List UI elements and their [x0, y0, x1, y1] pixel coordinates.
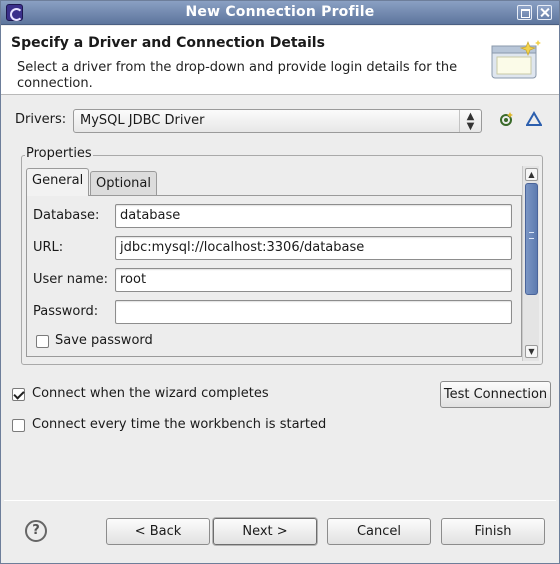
- password-field[interactable]: [115, 300, 512, 324]
- driver-select[interactable]: MySQL JDBC Driver ▲ ▼: [73, 109, 482, 133]
- scroll-up-icon[interactable]: ▲: [525, 168, 538, 181]
- database-field[interactable]: database: [115, 204, 512, 228]
- title-bar[interactable]: New Connection Profile: [1, 1, 559, 25]
- tab-optional[interactable]: Optional: [90, 171, 157, 197]
- drivers-label: Drivers:: [15, 112, 67, 127]
- properties-legend: Properties: [25, 146, 93, 161]
- url-field[interactable]: jdbc:mysql://localhost:3306/database: [115, 236, 512, 260]
- connect-on-finish-label: Connect when the wizard completes: [32, 386, 269, 401]
- save-password-label: Save password: [55, 333, 153, 348]
- dialog-window: New Connection Profile Specify a Driver …: [0, 0, 560, 564]
- tab-general[interactable]: General: [26, 168, 90, 196]
- tab-optional-label: Optional: [96, 176, 151, 191]
- page-title: Specify a Driver and Connection Details: [11, 35, 325, 51]
- window-title: New Connection Profile: [185, 4, 375, 20]
- url-label: URL:: [33, 240, 64, 255]
- new-driver-icon[interactable]: [496, 111, 516, 131]
- tab-general-label: General: [32, 173, 84, 188]
- password-label: Password:: [33, 304, 99, 319]
- scroll-thumb[interactable]: [525, 183, 538, 295]
- database-wizard-icon: [491, 40, 541, 79]
- connect-on-startup-label: Connect every time the workbench is star…: [32, 417, 327, 432]
- button-bar-separator: [4, 500, 556, 501]
- properties-scrollbar[interactable]: ▲ ▼: [522, 166, 539, 361]
- wizard-banner: Specify a Driver and Connection Details …: [1, 26, 559, 95]
- back-button[interactable]: < Back: [106, 518, 210, 545]
- save-password-checkbox[interactable]: [36, 335, 49, 348]
- scroll-down-icon[interactable]: ▼: [525, 345, 538, 358]
- maximize-button[interactable]: [517, 5, 532, 20]
- database-label: Database:: [33, 208, 100, 223]
- next-button[interactable]: Next >: [213, 518, 317, 545]
- edit-driver-icon[interactable]: [524, 111, 544, 131]
- help-icon[interactable]: ?: [25, 520, 47, 542]
- updown-arrows-icon: ▲ ▼: [459, 110, 481, 132]
- connect-on-startup-checkbox[interactable]: [12, 419, 25, 432]
- test-connection-button[interactable]: Test Connection: [440, 381, 551, 408]
- cancel-button[interactable]: Cancel: [327, 518, 431, 545]
- username-field[interactable]: root: [115, 268, 512, 292]
- finish-button[interactable]: Finish: [441, 518, 545, 545]
- close-button[interactable]: [537, 5, 552, 20]
- driver-select-value: MySQL JDBC Driver: [80, 113, 205, 128]
- connect-on-finish-checkbox[interactable]: [12, 388, 25, 401]
- username-label: User name:: [33, 272, 109, 287]
- page-description: Select a driver from the drop-down and p…: [17, 60, 458, 91]
